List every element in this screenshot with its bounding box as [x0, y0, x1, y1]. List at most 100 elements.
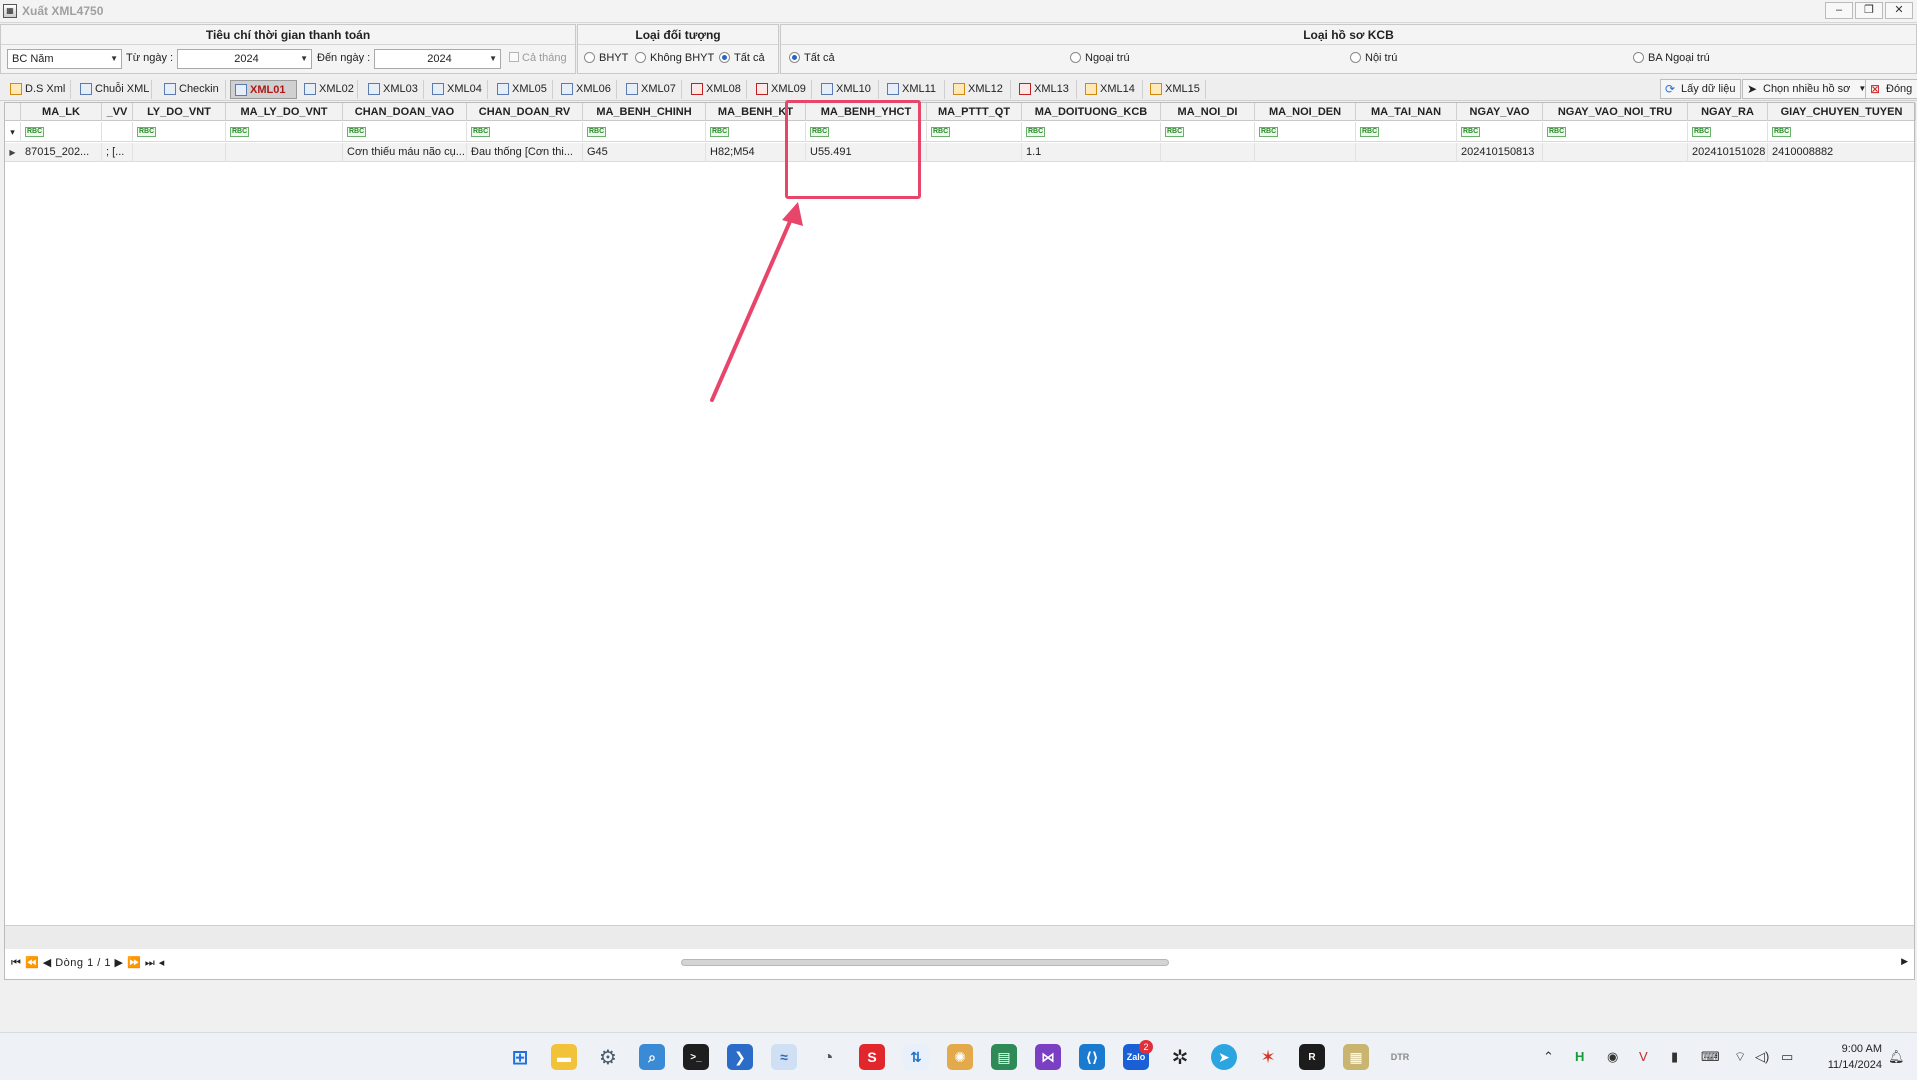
- table-cell[interactable]: 1.1: [1022, 143, 1161, 162]
- fetch-data-button[interactable]: ⟳ Lấy dữ liệu: [1660, 79, 1742, 99]
- windows-start-icon[interactable]: ⊞: [507, 1044, 533, 1070]
- filter-cell[interactable]: RBC: [706, 122, 806, 142]
- tab-xml08[interactable]: XML08: [687, 80, 747, 99]
- column-header[interactable]: MA_PTTT_QT: [927, 103, 1022, 121]
- filter-cell[interactable]: RBC: [1768, 122, 1916, 142]
- filter-cell[interactable]: RBC: [1022, 122, 1161, 142]
- table-cell[interactable]: [1161, 143, 1255, 162]
- table-cell[interactable]: Cơn thiếu máu não cụ...: [343, 143, 467, 162]
- filter-cell[interactable]: RBC: [1457, 122, 1543, 142]
- record-radio-tat-ca[interactable]: Tất cả: [789, 52, 835, 64]
- compass-icon[interactable]: ◔: [815, 1044, 841, 1070]
- tab-xml13[interactable]: XML13: [1015, 80, 1077, 99]
- filter-cell[interactable]: RBC: [806, 122, 927, 142]
- table-cell[interactable]: [927, 143, 1022, 162]
- column-header[interactable]: LY_DO_VNT: [133, 103, 226, 121]
- tab-xml06[interactable]: XML06: [557, 80, 617, 99]
- column-header[interactable]: MA_TAI_NAN: [1356, 103, 1457, 121]
- h-app-tray-icon[interactable]: H: [1575, 1049, 1584, 1064]
- filter-cell[interactable]: [102, 122, 133, 142]
- column-header[interactable]: NGAY_VAO: [1457, 103, 1543, 121]
- tab-xml11[interactable]: XML11: [883, 80, 945, 99]
- search-app-icon[interactable]: ⌕: [639, 1044, 665, 1070]
- wifi-icon[interactable]: ⌔: [1734, 1049, 1746, 1065]
- column-header[interactable]: MA_NOI_DI: [1161, 103, 1255, 121]
- choose-multi-button[interactable]: ➤ Chọn nhiều hồ sơ ▼: [1742, 79, 1872, 99]
- close-button[interactable]: ⊠ Đóng: [1865, 79, 1917, 99]
- archive-app-icon[interactable]: ▦: [1343, 1044, 1369, 1070]
- record-radio-noi-tru[interactable]: Nội trú: [1350, 52, 1397, 64]
- tab-xml02[interactable]: XML02: [300, 80, 358, 99]
- chatgpt-icon[interactable]: ✲: [1167, 1044, 1193, 1070]
- photos-icon[interactable]: ✺: [947, 1044, 973, 1070]
- table-cell[interactable]: [133, 143, 226, 162]
- star-app-icon[interactable]: ✶: [1255, 1044, 1281, 1070]
- file-explorer-icon[interactable]: ▬: [551, 1044, 577, 1070]
- show-hidden-icons-icon[interactable]: ⌃: [1543, 1049, 1554, 1065]
- filter-cell[interactable]: RBC: [1688, 122, 1768, 142]
- column-header[interactable]: MA_LY_DO_VNT: [226, 103, 343, 121]
- to-date-picker[interactable]: 2024 ▼: [374, 49, 501, 69]
- sync-app-icon[interactable]: ⇅: [903, 1044, 929, 1070]
- subject-radio-bhyt[interactable]: BHYT: [584, 52, 628, 64]
- close-window-button[interactable]: ✕: [1885, 2, 1913, 19]
- table-cell[interactable]: 87015_202...: [21, 143, 102, 162]
- terminal-icon[interactable]: >_: [683, 1044, 709, 1070]
- table-cell[interactable]: 2410008882: [1768, 143, 1916, 162]
- chrome-tray-icon[interactable]: ◉: [1607, 1049, 1618, 1065]
- filter-cell[interactable]: RBC: [1543, 122, 1688, 142]
- table-cell[interactable]: G45: [583, 143, 706, 162]
- rider-icon[interactable]: R: [1299, 1044, 1325, 1070]
- tab-xml05[interactable]: XML05: [493, 80, 553, 99]
- dtr-app-icon[interactable]: DTR: [1387, 1044, 1413, 1070]
- battery-icon[interactable]: ▭: [1781, 1049, 1793, 1065]
- notifications-bell-icon[interactable]: 🔔︎: [1888, 1049, 1905, 1065]
- filter-cell[interactable]: RBC: [1255, 122, 1356, 142]
- clipboard-tray-icon[interactable]: ▮: [1671, 1049, 1678, 1065]
- tab-xml07[interactable]: XML07: [622, 80, 682, 99]
- table-cell[interactable]: Đau thống [Cơn thi...: [467, 143, 583, 162]
- report-type-select[interactable]: BC Năm ▼: [7, 49, 122, 69]
- tab-checkin[interactable]: Checkin: [160, 80, 226, 99]
- record-radio-ngoai-tru[interactable]: Ngoại trú: [1070, 52, 1130, 64]
- filter-cell[interactable]: RBC: [343, 122, 467, 142]
- tab-ds-xml[interactable]: D.S Xml: [6, 80, 71, 99]
- chart-app-icon[interactable]: ▤: [991, 1044, 1017, 1070]
- filter-cell[interactable]: RBC: [21, 122, 102, 142]
- column-header[interactable]: MA_DOITUONG_KCB: [1022, 103, 1161, 121]
- filter-cell[interactable]: RBC: [226, 122, 343, 142]
- volume-icon[interactable]: ◁): [1755, 1049, 1769, 1065]
- vscode-icon[interactable]: ⟨⟩: [1079, 1044, 1105, 1070]
- table-cell[interactable]: 202410151028: [1688, 143, 1768, 162]
- from-date-picker[interactable]: 2024 ▼: [177, 49, 312, 69]
- filter-cell[interactable]: RBC: [927, 122, 1022, 142]
- column-header[interactable]: CHAN_DOAN_VAO: [343, 103, 467, 121]
- table-cell[interactable]: [1543, 143, 1688, 162]
- column-header[interactable]: CHAN_DOAN_RV: [467, 103, 583, 121]
- whole-month-checkbox[interactable]: Cả tháng: [509, 52, 567, 64]
- table-cell[interactable]: ; [...: [102, 143, 133, 162]
- subject-radio-khong-bhyt[interactable]: Không BHYT: [635, 52, 714, 64]
- filter-cell[interactable]: RBC: [583, 122, 706, 142]
- tab-xml01[interactable]: XML01: [230, 80, 297, 99]
- table-cell[interactable]: [1356, 143, 1457, 162]
- column-header[interactable]: MA_NOI_DEN: [1255, 103, 1356, 121]
- v-app-tray-icon[interactable]: V: [1639, 1049, 1648, 1064]
- column-header[interactable]: NGAY_VAO_NOI_TRU: [1543, 103, 1688, 121]
- red-s-app-icon[interactable]: S: [859, 1044, 885, 1070]
- table-cell[interactable]: [226, 143, 343, 162]
- telegram-icon[interactable]: ➤: [1211, 1044, 1237, 1070]
- filter-cell[interactable]: RBC: [467, 122, 583, 142]
- monitor-app-icon[interactable]: ≈: [771, 1044, 797, 1070]
- table-cell[interactable]: [1255, 143, 1356, 162]
- settings-gear-icon[interactable]: ⚙: [595, 1044, 621, 1070]
- table-cell[interactable]: 202410150813: [1457, 143, 1543, 162]
- record-radio-ba-ngoai-tru[interactable]: BA Ngoại trú: [1633, 52, 1710, 64]
- tab-xml15[interactable]: XML15: [1146, 80, 1206, 99]
- column-header[interactable]: MA_BENH_CHINH: [583, 103, 706, 121]
- subject-radio-tat-ca[interactable]: Tất cả: [719, 52, 765, 64]
- table-row[interactable]: ▶ 87015_202... ; [... Cơn thiếu máu não …: [5, 143, 1916, 162]
- column-header[interactable]: _VV: [102, 103, 133, 121]
- tab-xml10[interactable]: XML10: [817, 80, 879, 99]
- column-header[interactable]: MA_BENH_YHCT: [806, 103, 927, 121]
